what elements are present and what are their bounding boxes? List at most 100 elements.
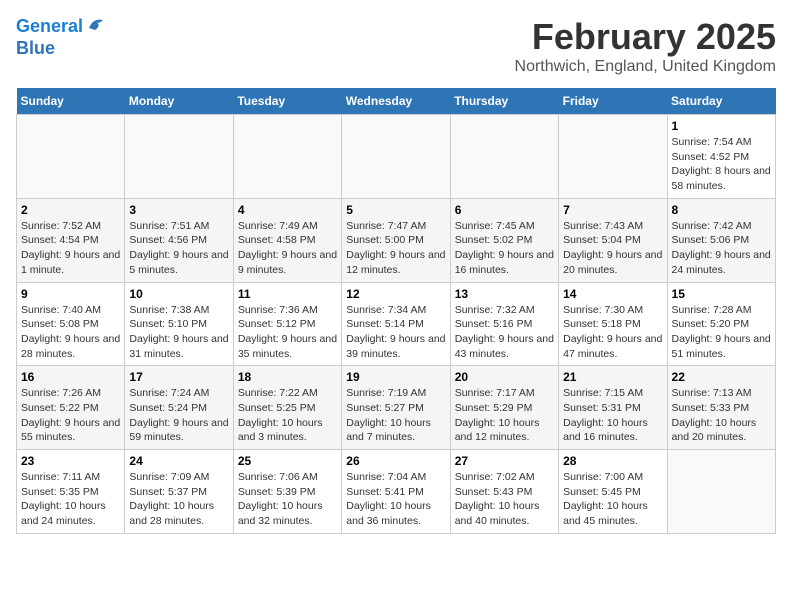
day-number: 26 [346,454,445,468]
day-info: Sunrise: 7:19 AM Sunset: 5:27 PM Dayligh… [346,386,445,445]
col-header-monday: Monday [125,88,233,115]
calendar-cell [559,115,667,199]
day-number: 22 [672,370,771,384]
day-number: 2 [21,203,120,217]
calendar-cell: 15 Sunrise: 7:28 AM Sunset: 5:20 PM Dayli… [667,282,775,366]
day-info: Sunrise: 7:22 AM Sunset: 5:25 PM Dayligh… [238,386,337,445]
day-info: Sunrise: 7:51 AM Sunset: 4:56 PM Dayligh… [129,219,228,278]
calendar-cell: 13 Sunrise: 7:32 AM Sunset: 5:16 PM Dayli… [450,282,558,366]
calendar-table: SundayMondayTuesdayWednesdayThursdayFrid… [16,88,776,534]
day-number: 20 [455,370,554,384]
title-block: February 2025 Northwich, England, United… [515,16,776,76]
day-info: Sunrise: 7:54 AM Sunset: 4:52 PM Dayligh… [672,135,771,194]
col-header-wednesday: Wednesday [342,88,450,115]
calendar-cell: 8 Sunrise: 7:42 AM Sunset: 5:06 PM Daylig… [667,198,775,282]
calendar-cell: 5 Sunrise: 7:47 AM Sunset: 5:00 PM Daylig… [342,198,450,282]
day-info: Sunrise: 7:47 AM Sunset: 5:00 PM Dayligh… [346,219,445,278]
day-info: Sunrise: 7:06 AM Sunset: 5:39 PM Dayligh… [238,470,337,529]
calendar-cell: 3 Sunrise: 7:51 AM Sunset: 4:56 PM Daylig… [125,198,233,282]
day-number: 7 [563,203,662,217]
logo-text: General [16,16,83,38]
day-info: Sunrise: 7:17 AM Sunset: 5:29 PM Dayligh… [455,386,554,445]
location-title: Northwich, England, United Kingdom [515,58,776,76]
day-number: 3 [129,203,228,217]
day-number: 24 [129,454,228,468]
calendar-cell: 22 Sunrise: 7:13 AM Sunset: 5:33 PM Dayli… [667,366,775,450]
calendar-cell [17,115,125,199]
day-info: Sunrise: 7:43 AM Sunset: 5:04 PM Dayligh… [563,219,662,278]
calendar-week-row: 2 Sunrise: 7:52 AM Sunset: 4:54 PM Daylig… [17,198,776,282]
day-info: Sunrise: 7:30 AM Sunset: 5:18 PM Dayligh… [563,303,662,362]
month-title: February 2025 [515,16,776,58]
calendar-cell: 26 Sunrise: 7:04 AM Sunset: 5:41 PM Dayli… [342,450,450,534]
calendar-cell: 11 Sunrise: 7:36 AM Sunset: 5:12 PM Dayli… [233,282,341,366]
day-info: Sunrise: 7:15 AM Sunset: 5:31 PM Dayligh… [563,386,662,445]
calendar-cell: 1Sunrise: 7:54 AM Sunset: 4:52 PM Daylig… [667,115,775,199]
day-info: Sunrise: 7:26 AM Sunset: 5:22 PM Dayligh… [21,386,120,445]
calendar-cell [233,115,341,199]
calendar-cell: 6 Sunrise: 7:45 AM Sunset: 5:02 PM Daylig… [450,198,558,282]
calendar-week-row: 1Sunrise: 7:54 AM Sunset: 4:52 PM Daylig… [17,115,776,199]
calendar-week-row: 23 Sunrise: 7:11 AM Sunset: 5:35 PM Dayli… [17,450,776,534]
logo: General Blue [16,16,107,59]
day-info: Sunrise: 7:04 AM Sunset: 5:41 PM Dayligh… [346,470,445,529]
calendar-cell: 12 Sunrise: 7:34 AM Sunset: 5:14 PM Dayli… [342,282,450,366]
calendar-cell: 23 Sunrise: 7:11 AM Sunset: 5:35 PM Dayli… [17,450,125,534]
logo-bird-icon [85,14,107,36]
logo-text-blue: Blue [16,38,107,60]
day-info: Sunrise: 7:49 AM Sunset: 4:58 PM Dayligh… [238,219,337,278]
day-info: Sunrise: 7:36 AM Sunset: 5:12 PM Dayligh… [238,303,337,362]
day-info: Sunrise: 7:11 AM Sunset: 5:35 PM Dayligh… [21,470,120,529]
day-number: 15 [672,287,771,301]
calendar-cell: 9Sunrise: 7:40 AM Sunset: 5:08 PM Daylig… [17,282,125,366]
calendar-cell: 20 Sunrise: 7:17 AM Sunset: 5:29 PM Dayli… [450,366,558,450]
day-info: Sunrise: 7:34 AM Sunset: 5:14 PM Dayligh… [346,303,445,362]
day-info: Sunrise: 7:42 AM Sunset: 5:06 PM Dayligh… [672,219,771,278]
calendar-cell: 14 Sunrise: 7:30 AM Sunset: 5:18 PM Dayli… [559,282,667,366]
day-number: 27 [455,454,554,468]
day-info: Sunrise: 7:32 AM Sunset: 5:16 PM Dayligh… [455,303,554,362]
day-info: Sunrise: 7:02 AM Sunset: 5:43 PM Dayligh… [455,470,554,529]
day-number: 25 [238,454,337,468]
day-number: 23 [21,454,120,468]
calendar-cell: 25 Sunrise: 7:06 AM Sunset: 5:39 PM Dayli… [233,450,341,534]
day-number: 13 [455,287,554,301]
calendar-cell [667,450,775,534]
calendar-cell: 7 Sunrise: 7:43 AM Sunset: 5:04 PM Daylig… [559,198,667,282]
day-number: 6 [455,203,554,217]
day-number: 9 [21,287,120,301]
day-number: 28 [563,454,662,468]
day-number: 5 [346,203,445,217]
day-info: Sunrise: 7:00 AM Sunset: 5:45 PM Dayligh… [563,470,662,529]
day-number: 8 [672,203,771,217]
col-header-friday: Friday [559,88,667,115]
calendar-cell: 27 Sunrise: 7:02 AM Sunset: 5:43 PM Dayli… [450,450,558,534]
calendar-cell: 28 Sunrise: 7:00 AM Sunset: 5:45 PM Dayli… [559,450,667,534]
calendar-cell: 21 Sunrise: 7:15 AM Sunset: 5:31 PM Dayli… [559,366,667,450]
day-number: 14 [563,287,662,301]
day-info: Sunrise: 7:38 AM Sunset: 5:10 PM Dayligh… [129,303,228,362]
day-info: Sunrise: 7:52 AM Sunset: 4:54 PM Dayligh… [21,219,120,278]
day-info: Sunrise: 7:09 AM Sunset: 5:37 PM Dayligh… [129,470,228,529]
calendar-cell: 17 Sunrise: 7:24 AM Sunset: 5:24 PM Dayli… [125,366,233,450]
col-header-saturday: Saturday [667,88,775,115]
day-number: 17 [129,370,228,384]
calendar-cell: 2 Sunrise: 7:52 AM Sunset: 4:54 PM Daylig… [17,198,125,282]
calendar-cell: 24 Sunrise: 7:09 AM Sunset: 5:37 PM Dayli… [125,450,233,534]
day-number: 21 [563,370,662,384]
calendar-cell: 16 Sunrise: 7:26 AM Sunset: 5:22 PM Dayli… [17,366,125,450]
day-number: 11 [238,287,337,301]
day-number: 10 [129,287,228,301]
day-number: 19 [346,370,445,384]
col-header-sunday: Sunday [17,88,125,115]
calendar-week-row: 9Sunrise: 7:40 AM Sunset: 5:08 PM Daylig… [17,282,776,366]
day-number: 18 [238,370,337,384]
day-number: 4 [238,203,337,217]
day-number: 16 [21,370,120,384]
day-info: Sunrise: 7:13 AM Sunset: 5:33 PM Dayligh… [672,386,771,445]
day-info: Sunrise: 7:45 AM Sunset: 5:02 PM Dayligh… [455,219,554,278]
day-info: Sunrise: 7:28 AM Sunset: 5:20 PM Dayligh… [672,303,771,362]
day-number: 12 [346,287,445,301]
day-info: Sunrise: 7:24 AM Sunset: 5:24 PM Dayligh… [129,386,228,445]
calendar-cell: 10 Sunrise: 7:38 AM Sunset: 5:10 PM Dayli… [125,282,233,366]
